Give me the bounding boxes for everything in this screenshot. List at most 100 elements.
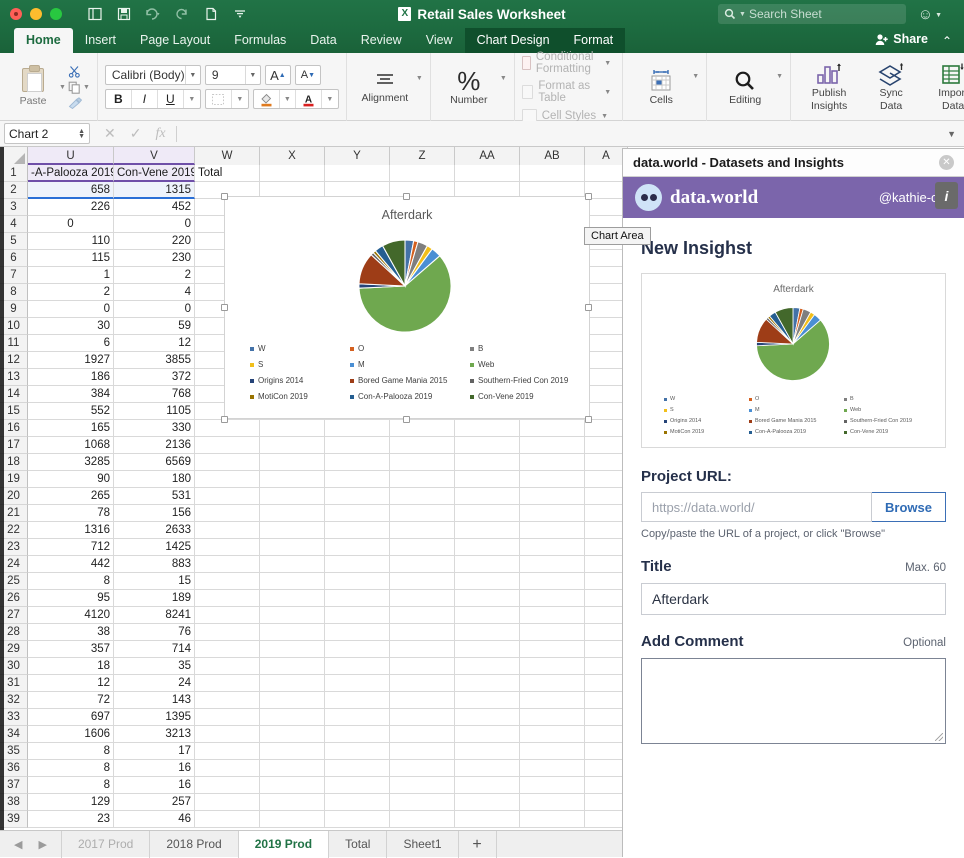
grid-cell[interactable]	[520, 777, 585, 794]
grid-cell[interactable]: 1316	[28, 522, 114, 539]
grid-cell[interactable]: 3213	[114, 726, 195, 743]
grid-cell[interactable]	[455, 471, 520, 488]
grid-cell[interactable]: 1927	[28, 352, 114, 369]
table-row[interactable]: 24 442 883	[0, 556, 628, 573]
table-row[interactable]: 31 12 24	[0, 675, 628, 692]
grid-cell[interactable]	[390, 590, 455, 607]
grid-cell[interactable]	[195, 471, 260, 488]
table-row[interactable]: 20 265 531	[0, 488, 628, 505]
grid-cell[interactable]: 768	[114, 386, 195, 403]
grid-cell[interactable]: 230	[114, 250, 195, 267]
grid-cell[interactable]	[390, 454, 455, 471]
grid-cell[interactable]	[260, 590, 325, 607]
chart-handle-e[interactable]	[585, 304, 592, 311]
grid-cell[interactable]	[325, 709, 390, 726]
table-row[interactable]: 33 697 1395	[0, 709, 628, 726]
tab-view[interactable]: View	[414, 28, 465, 53]
grid-cell[interactable]	[455, 641, 520, 658]
grid-cell[interactable]	[390, 165, 455, 182]
grid-cell[interactable]	[455, 539, 520, 556]
grid-cell[interactable]	[195, 556, 260, 573]
cells-button[interactable]: Cells	[630, 69, 692, 106]
grid-cell[interactable]: 552	[28, 403, 114, 420]
grid-cell[interactable]	[390, 505, 455, 522]
grid-cell[interactable]	[520, 165, 585, 182]
cell-styles-caret-icon[interactable]: ▼	[601, 113, 608, 120]
bold-button[interactable]: B	[106, 90, 132, 108]
row-header[interactable]: 3	[0, 199, 28, 216]
row-header[interactable]: 30	[0, 658, 28, 675]
grid-cell[interactable]	[455, 522, 520, 539]
grid-cell[interactable]: 8	[28, 760, 114, 777]
grid-cell[interactable]: 531	[114, 488, 195, 505]
tab-review[interactable]: Review	[349, 28, 414, 53]
customize-toolbar-icon[interactable]	[227, 3, 253, 25]
row-header[interactable]: 9	[0, 301, 28, 318]
grid-cell[interactable]	[520, 573, 585, 590]
grid-cell[interactable]: 226	[28, 199, 114, 216]
underline-caret-icon[interactable]: ▼	[184, 90, 200, 108]
table-row[interactable]: 38 129 257	[0, 794, 628, 811]
grid-cell[interactable]	[390, 692, 455, 709]
italic-button[interactable]: I	[132, 90, 158, 108]
chart-handle-ne[interactable]	[585, 193, 592, 200]
search-input[interactable]: ▼ Search Sheet	[718, 4, 906, 24]
grid-cell[interactable]	[195, 437, 260, 454]
grid-cell[interactable]: 72	[28, 692, 114, 709]
table-row[interactable]: 26 95 189	[0, 590, 628, 607]
table-row[interactable]: 21 78 156	[0, 505, 628, 522]
grid-cell[interactable]	[325, 437, 390, 454]
grid-cell[interactable]	[455, 488, 520, 505]
insert-function-icon[interactable]: fx	[155, 126, 165, 142]
editing-button[interactable]: Editing	[714, 69, 776, 106]
grid-cell[interactable]: 16	[114, 777, 195, 794]
row-header[interactable]: 23	[0, 539, 28, 556]
grid-cell[interactable]	[325, 165, 390, 182]
grid-cell[interactable]: 18	[28, 658, 114, 675]
grid-cell[interactable]	[390, 437, 455, 454]
grid-cell[interactable]	[195, 743, 260, 760]
table-row[interactable]: 28 38 76	[0, 624, 628, 641]
format-as-table-button[interactable]: Format as Table ▼	[521, 80, 611, 104]
grid-cell[interactable]	[520, 811, 585, 828]
search-scope-caret-icon[interactable]: ▼	[739, 11, 746, 18]
row-header[interactable]: 19	[0, 471, 28, 488]
row-header[interactable]: 32	[0, 692, 28, 709]
grid-cell[interactable]: 110	[28, 233, 114, 250]
grid-cell[interactable]	[195, 760, 260, 777]
grid-cell[interactable]	[455, 658, 520, 675]
grid-cell[interactable]	[325, 454, 390, 471]
row-header[interactable]: 6	[0, 250, 28, 267]
grid-cell[interactable]	[455, 811, 520, 828]
row-header[interactable]: 36	[0, 760, 28, 777]
grid-cell[interactable]	[520, 488, 585, 505]
grid-cell[interactable]: 59	[114, 318, 195, 335]
grid-cell[interactable]: 6569	[114, 454, 195, 471]
grid-cell[interactable]	[195, 454, 260, 471]
grid-cell[interactable]: 2136	[114, 437, 195, 454]
grid-cell[interactable]: 1315	[114, 182, 195, 199]
grid-cell[interactable]	[325, 471, 390, 488]
confirm-formula-icon[interactable]: ✓	[130, 125, 142, 142]
fill-color-button[interactable]	[254, 90, 280, 108]
grid-cell[interactable]	[325, 760, 390, 777]
grid-cell[interactable]	[325, 607, 390, 624]
grid-cell[interactable]: 330	[114, 420, 195, 437]
grid-cell[interactable]: 1	[28, 267, 114, 284]
format-painter-button[interactable]	[68, 97, 83, 109]
row-header[interactable]: 12	[0, 352, 28, 369]
row-header[interactable]: 11	[0, 335, 28, 352]
share-button[interactable]: Share	[875, 32, 928, 46]
grid-cell[interactable]	[195, 777, 260, 794]
grid-cell[interactable]: 35	[114, 658, 195, 675]
grid-cell[interactable]	[390, 743, 455, 760]
grid-cell[interactable]	[455, 590, 520, 607]
grid-cell[interactable]: 1105	[114, 403, 195, 420]
sheet-tab-2019-prod[interactable]: 2019 Prod	[238, 830, 330, 858]
grid-cell[interactable]	[520, 624, 585, 641]
cut-button[interactable]	[68, 65, 81, 78]
zoom-window-button[interactable]	[50, 8, 62, 20]
row-header[interactable]: 10	[0, 318, 28, 335]
grid-cell[interactable]	[390, 471, 455, 488]
row-header[interactable]: 28	[0, 624, 28, 641]
